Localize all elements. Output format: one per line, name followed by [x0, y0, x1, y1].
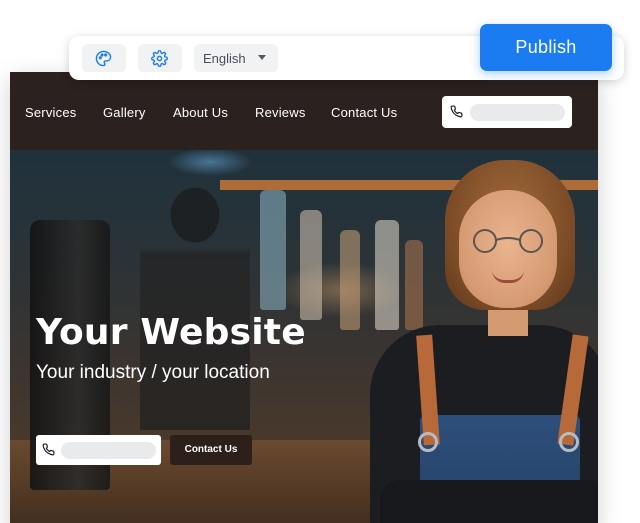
theme-button[interactable] [82, 44, 126, 72]
language-select[interactable]: English [194, 44, 278, 72]
gear-icon [151, 50, 168, 67]
publish-button[interactable]: Publish [480, 24, 612, 71]
hero-title: Your Website [36, 312, 306, 353]
phone-icon [42, 443, 55, 456]
nav-link-services[interactable]: Services [25, 105, 76, 120]
bottle [300, 210, 322, 320]
nav-phone-field[interactable] [442, 96, 572, 128]
glasses [473, 229, 543, 253]
settings-button[interactable] [138, 44, 182, 72]
background-barista [140, 170, 250, 430]
bottle [340, 230, 360, 330]
site-navigation: Services Gallery About Us Reviews Contac… [10, 72, 598, 150]
hero-image: Your Website Your industry / your locati… [10, 150, 598, 523]
apron-ring-right [559, 432, 579, 452]
nav-link-about-us[interactable]: About Us [173, 105, 228, 120]
website-preview: Services Gallery About Us Reviews Contac… [10, 72, 598, 523]
editor-canvas: Services Gallery About Us Reviews Contac… [0, 0, 640, 523]
bottle [375, 220, 399, 330]
chevron-down-icon [258, 55, 266, 60]
nav-link-reviews[interactable]: Reviews [255, 105, 306, 120]
phone-number-placeholder [470, 104, 565, 121]
phone-number-placeholder [61, 442, 156, 459]
contact-us-button[interactable]: Contact Us [170, 435, 252, 465]
hero-phone-field[interactable] [36, 435, 161, 465]
phone-icon [450, 105, 463, 118]
nav-link-gallery[interactable]: Gallery [103, 105, 146, 120]
palette-icon [95, 50, 112, 67]
nav-link-contact-us[interactable]: Contact Us [331, 105, 397, 120]
language-select-value: English [203, 51, 246, 66]
hero-subtitle: Your industry / your location [36, 362, 270, 383]
apron-ring-left [418, 432, 438, 452]
bottle [260, 190, 286, 310]
bottle [405, 240, 423, 330]
crossed-arms [380, 480, 598, 523]
